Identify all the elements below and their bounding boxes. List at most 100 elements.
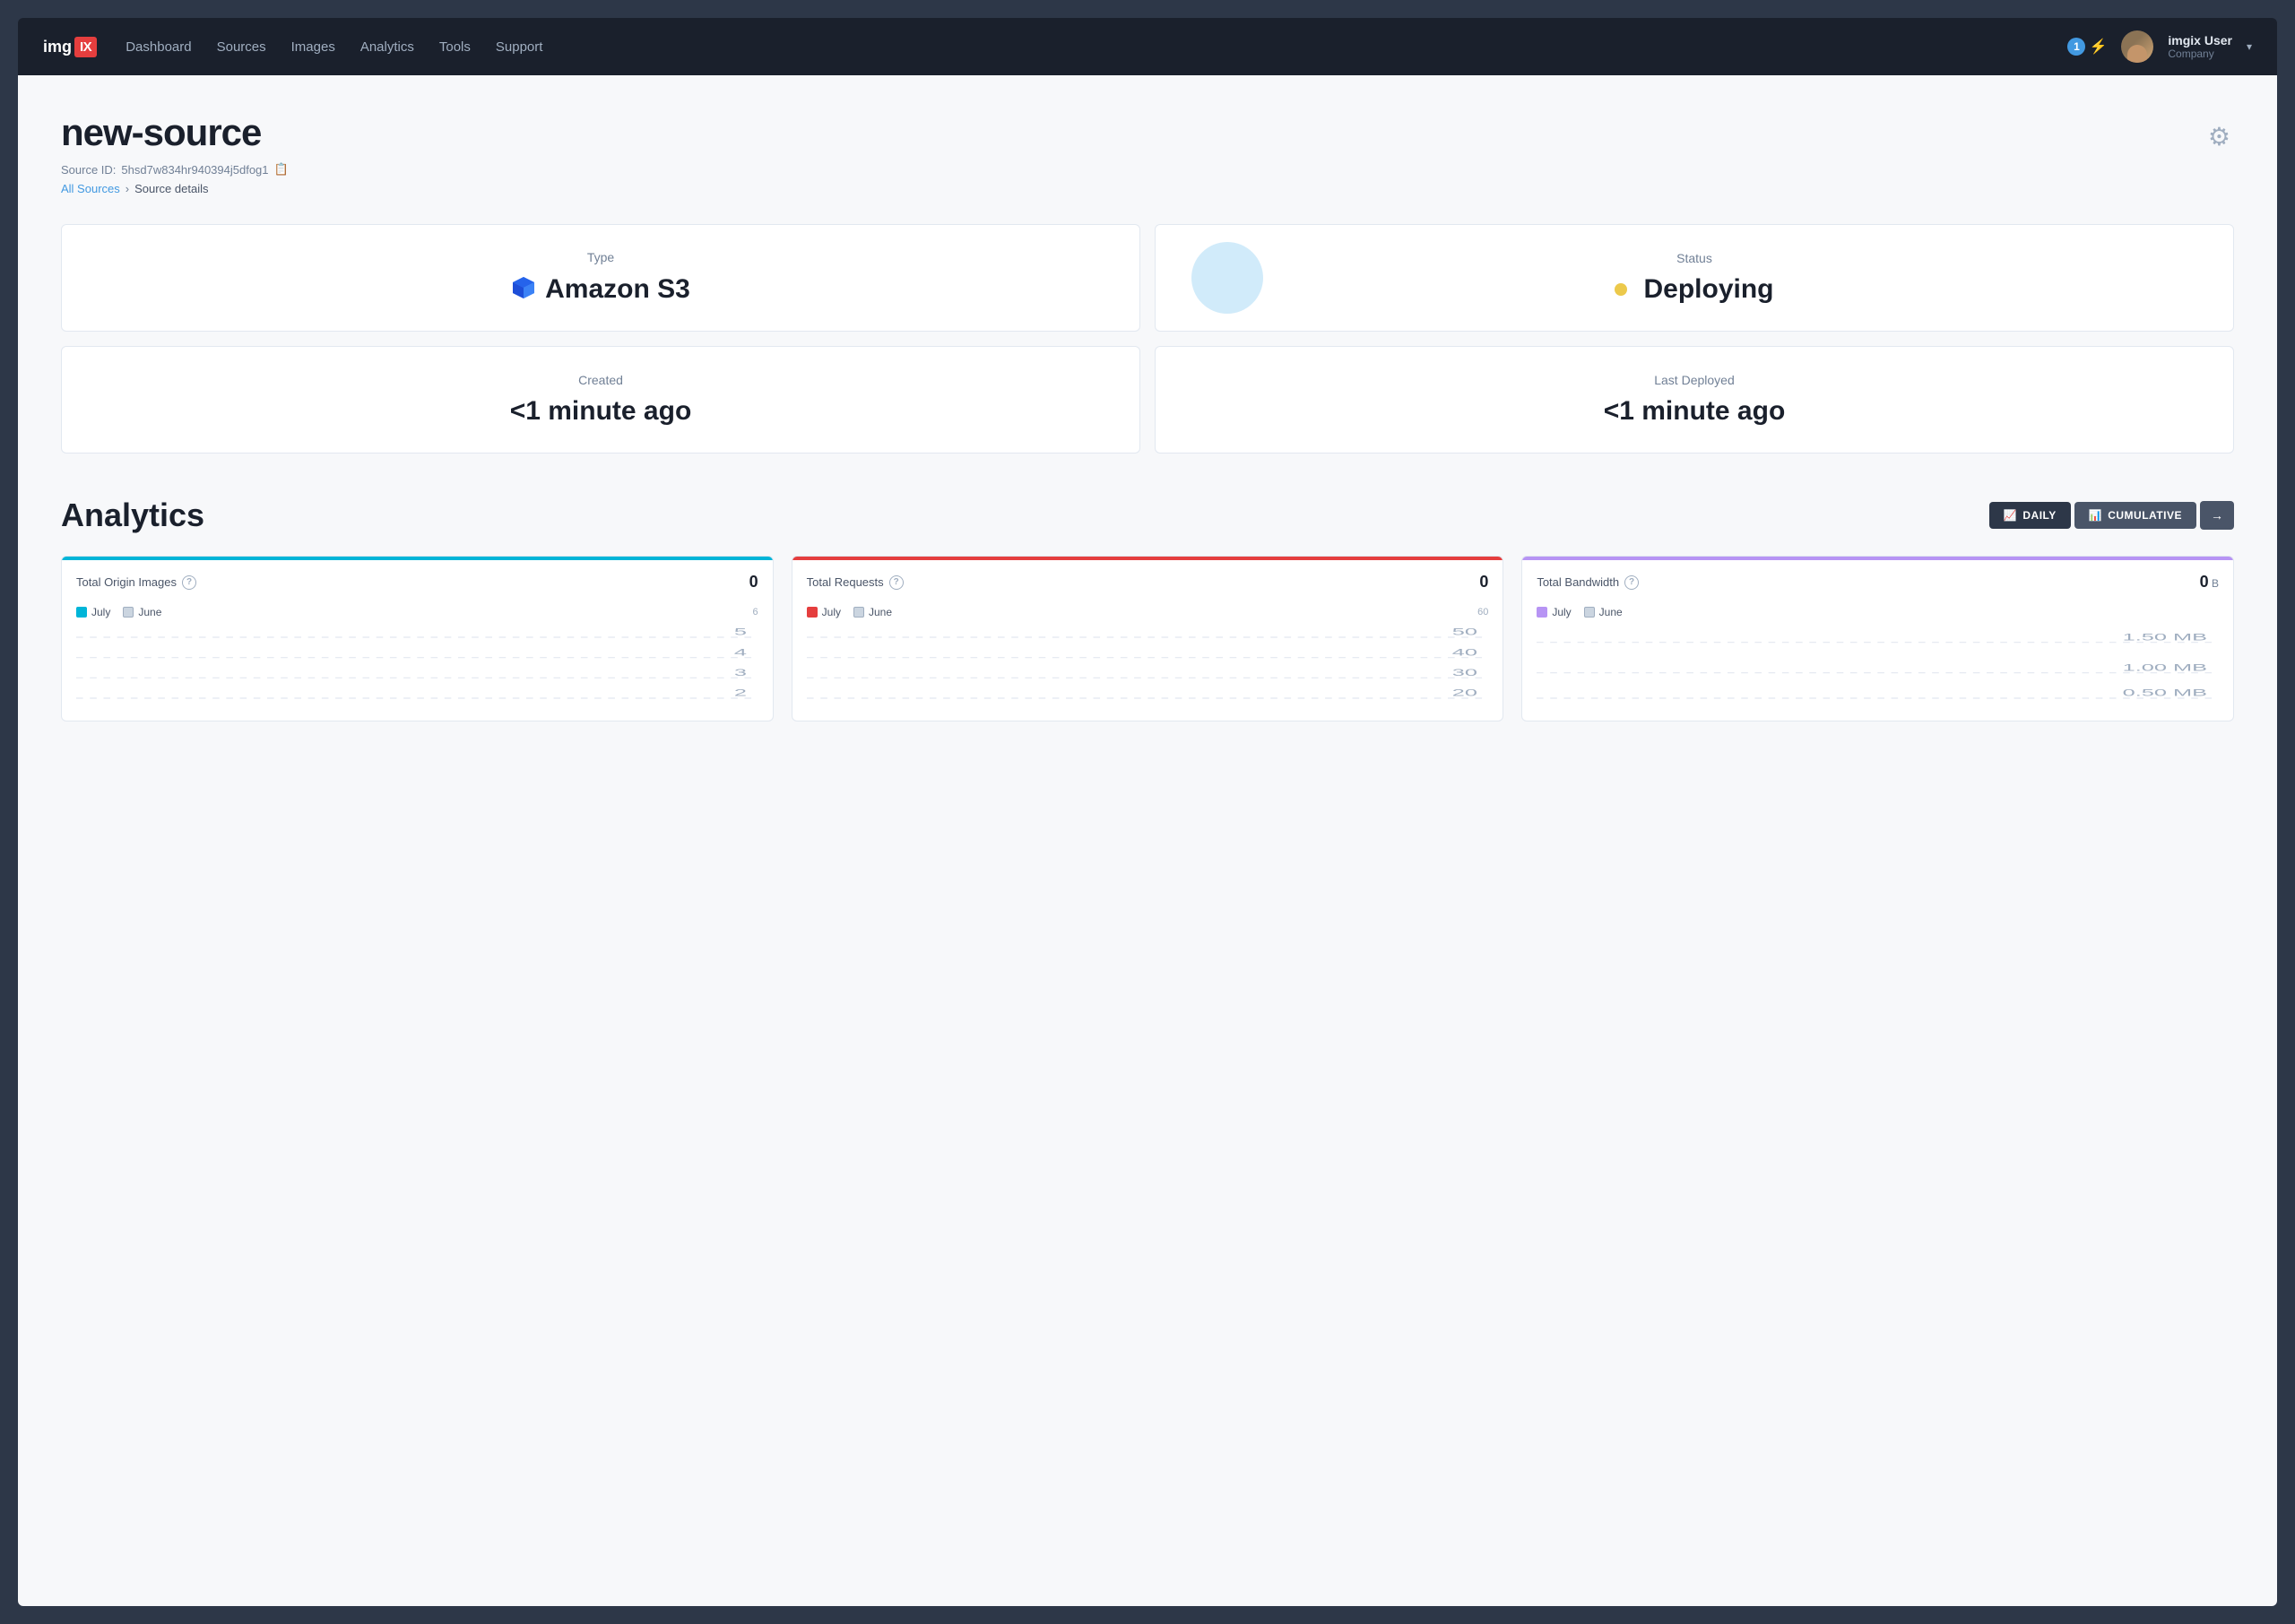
chart-line-icon: 📈 <box>2004 509 2017 522</box>
requests-svg: 50 40 30 20 <box>807 622 1489 713</box>
page-header: new-source ⚙ <box>61 111 2234 155</box>
chevron-down-icon[interactable]: ▾ <box>2247 40 2252 53</box>
origin-images-value: 0 <box>749 573 758 592</box>
status-text: Deploying <box>1643 274 1773 305</box>
june-dot <box>123 607 134 618</box>
status-card: Status Deploying <box>1155 224 2234 332</box>
svg-text:30: 30 <box>1451 667 1477 678</box>
origin-images-help-icon[interactable]: ? <box>182 575 196 590</box>
status-label: Status <box>1676 251 1712 265</box>
created-card: Created <1 minute ago <box>61 346 1140 454</box>
svg-text:1.00 MB: 1.00 MB <box>2123 662 2207 674</box>
origin-images-chart-area: 5 4 3 2 <box>62 622 773 721</box>
type-text: Amazon S3 <box>545 274 690 305</box>
cumulative-button[interactable]: 📊 CUMULATIVE <box>2074 502 2196 529</box>
analytics-header: Analytics 📈 DAILY 📊 CUMULATIVE → <box>61 497 2234 534</box>
origin-images-max: 6 <box>753 607 758 618</box>
status-content: Status Deploying <box>1615 251 1773 305</box>
svg-text:0.50 MB: 0.50 MB <box>2123 687 2207 699</box>
nav-dashboard[interactable]: Dashboard <box>126 39 191 55</box>
copy-icon[interactable]: 📋 <box>274 162 289 177</box>
source-id-row: Source ID: 5hsd7w834hr940394j5dfog1 📋 <box>61 162 2234 177</box>
svg-text:1.50 MB: 1.50 MB <box>2123 632 2207 644</box>
requests-max: 60 <box>1477 607 1488 618</box>
last-deployed-label: Last Deployed <box>1654 373 1735 387</box>
origin-images-title: Total Origin Images ? <box>76 575 196 590</box>
last-deployed-card: Last Deployed <1 minute ago <box>1155 346 2234 454</box>
requests-help-icon[interactable]: ? <box>889 575 904 590</box>
bandwidth-title: Total Bandwidth ? <box>1537 575 1639 590</box>
requests-value: 0 <box>1479 573 1488 592</box>
nav-links: Dashboard Sources Images Analytics Tools… <box>126 39 2067 55</box>
charts-row: Total Origin Images ? 0 July June 6 <box>61 556 2234 721</box>
breadcrumb-separator: › <box>126 182 129 195</box>
svg-text:40: 40 <box>1451 647 1477 659</box>
july-dot <box>76 607 87 618</box>
bandwidth-svg: 1.50 MB 1.00 MB 0.50 MB <box>1537 622 2219 713</box>
main-content: new-source ⚙ Source ID: 5hsd7w834hr94039… <box>18 75 2277 1606</box>
bandwidth-value: 0 B <box>2200 573 2219 592</box>
bolt-icon: ⚡ <box>2089 38 2107 56</box>
nav-support[interactable]: Support <box>496 39 543 55</box>
bandwidth-unit: B <box>2209 577 2219 590</box>
nav-sources[interactable]: Sources <box>217 39 266 55</box>
logo-text: img <box>43 38 72 56</box>
user-company: Company <box>2168 48 2232 60</box>
navbar: img IX Dashboard Sources Images Analytic… <box>18 18 2277 75</box>
bw-july-legend: July <box>1537 606 1571 618</box>
settings-button[interactable]: ⚙ <box>2204 118 2234 155</box>
bandwidth-chart: Total Bandwidth ? 0 B July June <box>1521 556 2234 721</box>
deploying-dot <box>1615 283 1627 296</box>
breadcrumb-current: Source details <box>134 182 208 195</box>
type-label: Type <box>587 250 614 264</box>
nav-tools[interactable]: Tools <box>439 39 471 55</box>
breadcrumb-all-sources[interactable]: All Sources <box>61 182 120 195</box>
bandwidth-chart-area: 1.50 MB 1.00 MB 0.50 MB <box>1522 622 2233 721</box>
origin-june-legend: June <box>123 606 161 618</box>
bw-june-dot <box>1584 607 1595 618</box>
analytics-controls: 📈 DAILY 📊 CUMULATIVE → <box>1989 501 2234 530</box>
user-info: imgix User Company <box>2168 33 2232 60</box>
bandwidth-header: Total Bandwidth ? 0 B <box>1522 560 2233 599</box>
avatar[interactable] <box>2121 30 2153 63</box>
breadcrumb: All Sources › Source details <box>61 182 2234 195</box>
bandwidth-legend: July June <box>1522 599 2233 622</box>
svg-text:20: 20 <box>1451 687 1477 699</box>
svg-text:3: 3 <box>734 667 747 678</box>
bw-june-legend: June <box>1584 606 1623 618</box>
logo[interactable]: img IX <box>43 37 97 57</box>
s3-icon <box>511 273 536 306</box>
avatar-image <box>2121 30 2153 63</box>
origin-july-legend: July <box>76 606 110 618</box>
logo-accent: IX <box>74 37 97 57</box>
requests-title: Total Requests ? <box>807 575 904 590</box>
svg-text:5: 5 <box>734 626 747 638</box>
status-circle-decoration <box>1191 242 1263 314</box>
nav-analytics[interactable]: Analytics <box>360 39 414 55</box>
req-june-legend: June <box>853 606 892 618</box>
origin-images-svg: 5 4 3 2 <box>76 622 758 713</box>
nav-images[interactable]: Images <box>291 39 335 55</box>
created-value: <1 minute ago <box>510 396 692 427</box>
created-label: Created <box>578 373 623 387</box>
analytics-title: Analytics <box>61 497 204 534</box>
req-july-dot <box>807 607 818 618</box>
notification-badge[interactable]: 1 ⚡ <box>2067 38 2107 56</box>
chart-bar-icon: 📊 <box>2089 509 2102 522</box>
bandwidth-help-icon[interactable]: ? <box>1624 575 1639 590</box>
requests-chart-area: 50 40 30 20 <box>792 622 1503 721</box>
gear-icon: ⚙ <box>2208 123 2230 151</box>
requests-legend: July June 60 <box>792 599 1503 622</box>
daily-button[interactable]: 📈 DAILY <box>1989 502 2071 529</box>
bw-july-dot <box>1537 607 1547 618</box>
cards-grid: Type Amazon S3 Status <box>61 224 2234 454</box>
page-title: new-source <box>61 111 261 154</box>
requests-header: Total Requests ? 0 <box>792 560 1503 599</box>
origin-images-header: Total Origin Images ? 0 <box>62 560 773 599</box>
next-button[interactable]: → <box>2200 501 2234 530</box>
origin-images-chart: Total Origin Images ? 0 July June 6 <box>61 556 774 721</box>
type-value: Amazon S3 <box>511 273 690 306</box>
user-name: imgix User <box>2168 33 2232 48</box>
notification-count: 1 <box>2067 38 2085 56</box>
nav-right: 1 ⚡ imgix User Company ▾ <box>2067 30 2252 63</box>
